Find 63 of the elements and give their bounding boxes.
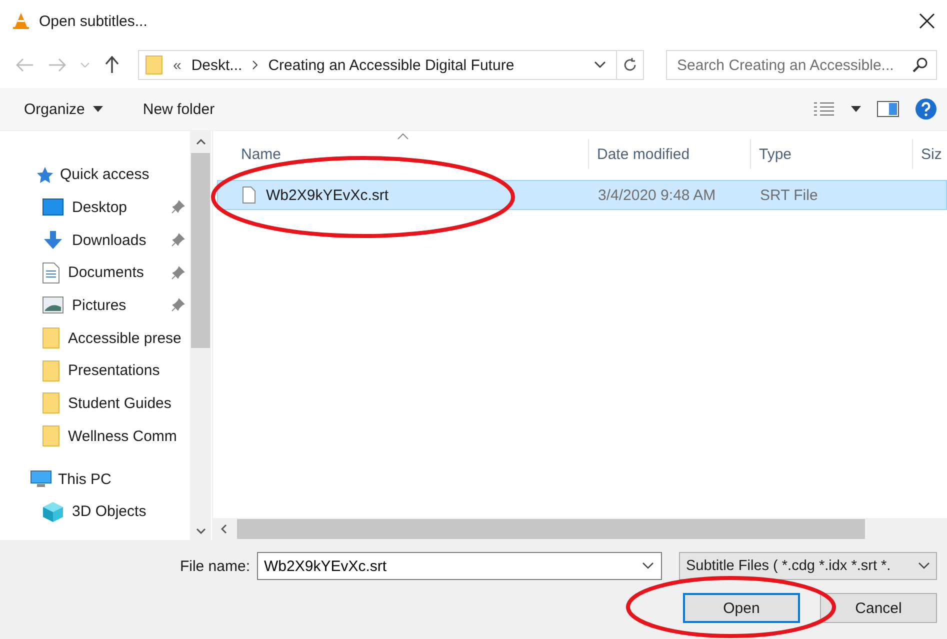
chevron-down-icon[interactable] [594, 61, 606, 69]
help-icon[interactable] [915, 98, 937, 120]
address-bar[interactable]: « Deskt... Creating an Accessible Digital Future [138, 50, 644, 80]
column-header[interactable]: Type [751, 139, 913, 169]
dialog-button[interactable]: Cancel [820, 593, 937, 623]
nav-item[interactable]: Accessible prese [68, 330, 190, 347]
search-icon [912, 57, 928, 73]
nav-item[interactable]: Wellness Comm [68, 428, 190, 445]
folder-icon [42, 327, 60, 350]
chevron-down-icon[interactable] [642, 562, 654, 570]
column-header[interactable]: Date modified [589, 139, 751, 169]
toolbar-button[interactable]: New folder [142, 100, 215, 118]
chevron-down-icon [918, 562, 930, 570]
cube-icon [42, 500, 64, 523]
computer-icon [30, 470, 52, 488]
folder-icon [42, 425, 60, 448]
breadcrumb[interactable]: Deskt... [191, 56, 242, 74]
nav-item[interactable]: Quick access [60, 166, 150, 183]
file-name-label: File name: [180, 558, 250, 574]
nav-item[interactable]: Presentations [68, 362, 190, 380]
close-icon[interactable] [919, 13, 935, 29]
folder-icon [145, 55, 163, 75]
file-name: Wb2X9kYEvXc.srt [266, 186, 389, 204]
toolbar-button[interactable]: Organize [24, 100, 103, 118]
document-icon [42, 262, 60, 284]
column-header[interactable]: Siz [913, 139, 947, 169]
overflow-chevron[interactable]: « [173, 56, 182, 74]
down-arrow-icon [42, 230, 64, 250]
refresh-icon [622, 57, 638, 73]
desktop-icon [42, 198, 64, 216]
nav-item[interactable]: Documents [68, 264, 163, 282]
file-name-field[interactable]: Wb2X9kYEvXc.srt [257, 552, 662, 580]
file-row[interactable]: Wb2X9kYEvXc.srt 3/4/2020 9:48 AM SRT File [217, 180, 947, 210]
up-arrow-icon[interactable] [104, 56, 120, 74]
caret-down-icon [92, 106, 103, 112]
nav-item[interactable]: This PC [58, 470, 112, 488]
date-cell-text: 3/4/2020 9:48 AM [597, 186, 717, 204]
nav-item[interactable]: 3D Objects [72, 503, 190, 520]
view-options-icon[interactable] [813, 101, 835, 117]
caret-down-icon[interactable] [851, 106, 861, 112]
nav-item[interactable]: Desktop [72, 198, 163, 216]
folder-icon [42, 392, 60, 414]
folder-icon [42, 360, 60, 382]
breadcrumb[interactable]: Creating an Accessible Digital Future [268, 56, 514, 74]
traffic-cone-icon [12, 12, 30, 30]
scroll-down-icon[interactable] [196, 528, 206, 534]
preview-pane-icon[interactable] [877, 101, 899, 117]
nav-item[interactable]: Student Guides [68, 394, 190, 412]
picture-icon [42, 296, 64, 314]
scroll-left-icon[interactable] [221, 524, 227, 534]
type-cell-text: SRT File [759, 186, 819, 204]
search-field[interactable]: Search Creating an Accessible... [666, 50, 937, 80]
chevron-right-icon[interactable] [252, 60, 258, 70]
nav-item[interactable]: Downloads [72, 232, 163, 249]
nav-item[interactable]: Pictures [72, 296, 163, 314]
file-icon [242, 186, 256, 204]
window-title: Open subtitles... [39, 12, 148, 30]
file-type-dropdown[interactable]: Subtitle Files ( *.cdg *.idx *.srt *. [679, 552, 937, 580]
scroll-up-icon[interactable] [196, 139, 206, 145]
scrollbar[interactable] [213, 518, 947, 540]
column-header[interactable]: Name [233, 139, 589, 169]
scrollbar[interactable] [190, 131, 211, 540]
dialog-button[interactable]: Open [683, 593, 800, 623]
